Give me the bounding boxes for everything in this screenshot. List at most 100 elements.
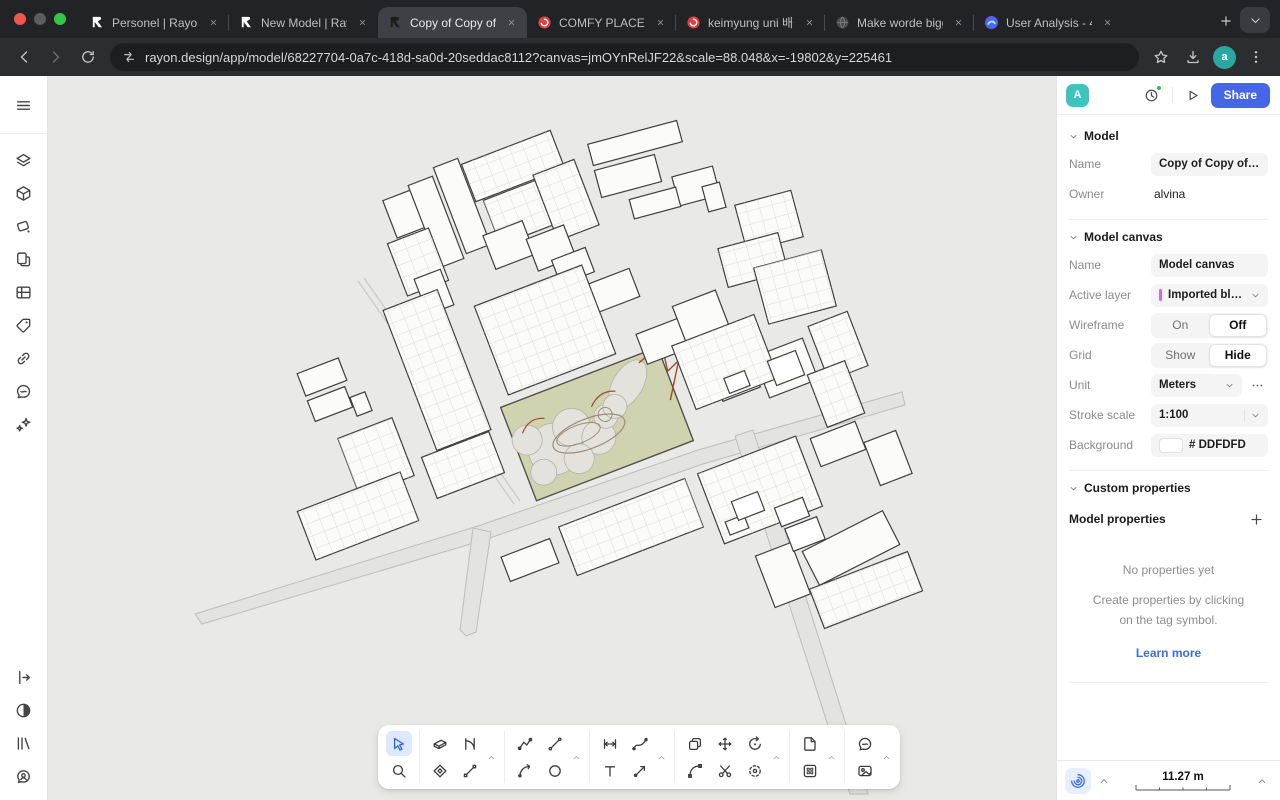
arc-tool[interactable] xyxy=(512,758,538,783)
tables-icon[interactable] xyxy=(9,277,39,307)
model-canvas-viewport[interactable] xyxy=(48,76,1056,800)
zoom-tool[interactable] xyxy=(386,758,412,783)
tool-group-expand-icon[interactable] xyxy=(825,751,837,763)
rotate-tool[interactable] xyxy=(742,731,768,756)
wall-tool[interactable] xyxy=(427,731,453,756)
site-info-icon[interactable] xyxy=(122,50,136,64)
downloads-button[interactable] xyxy=(1179,43,1207,71)
browser-tab-1[interactable]: Personel | Rayon xyxy=(80,7,229,38)
trim-tool[interactable] xyxy=(712,758,738,783)
unit-more-button[interactable] xyxy=(1246,374,1268,396)
select-tool[interactable] xyxy=(386,731,412,756)
blocks-icon[interactable] xyxy=(9,178,39,208)
circle-tool[interactable] xyxy=(542,758,568,783)
browser-tab-6[interactable]: Make worde biggs xyxy=(825,7,974,38)
comment-tool[interactable] xyxy=(852,731,878,756)
zoom-window-button[interactable] xyxy=(54,13,66,25)
site-plan-drawing[interactable] xyxy=(48,76,1056,800)
close-tab-icon[interactable] xyxy=(950,15,966,31)
learn-more-link[interactable]: Learn more xyxy=(1069,646,1268,660)
theme-toggle-icon[interactable] xyxy=(9,695,39,725)
layout-tool[interactable] xyxy=(797,758,823,783)
tags-icon[interactable] xyxy=(9,310,39,340)
back-button[interactable] xyxy=(10,43,38,71)
tool-group-expand-icon[interactable] xyxy=(655,751,667,763)
user-avatar[interactable]: A xyxy=(1066,84,1089,107)
close-tab-icon[interactable] xyxy=(652,15,668,31)
browser-tab-7[interactable]: User Analysis - 43 xyxy=(974,7,1123,38)
share-button[interactable]: Share xyxy=(1211,83,1270,108)
grid-show-option[interactable]: Show xyxy=(1152,344,1209,367)
active-layer-select[interactable]: Imported blocks xyxy=(1151,284,1268,307)
stroke-scale-select[interactable]: 1:100 xyxy=(1151,404,1268,427)
browser-profile-avatar[interactable]: a xyxy=(1213,46,1236,69)
close-tab-icon[interactable] xyxy=(503,15,519,31)
dimension-tool[interactable] xyxy=(597,731,623,756)
snapping-button[interactable] xyxy=(1065,768,1091,794)
close-tab-icon[interactable] xyxy=(354,15,370,31)
present-button[interactable] xyxy=(1181,83,1205,107)
empty-state-body: Create properties by clicking on the tag… xyxy=(1087,591,1250,631)
grid-hide-option[interactable]: Hide xyxy=(1209,344,1268,367)
add-property-button[interactable] xyxy=(1244,507,1268,531)
export-icon[interactable] xyxy=(9,662,39,692)
background-color-input[interactable]: # DDFDFD xyxy=(1151,434,1268,457)
arrow-tool[interactable] xyxy=(627,758,653,783)
rotate-array-tool[interactable] xyxy=(742,758,768,783)
library-icon[interactable] xyxy=(9,728,39,758)
canvas-name-input[interactable]: Model canvas xyxy=(1151,254,1268,277)
help-icon[interactable] xyxy=(9,761,39,791)
pages-icon[interactable] xyxy=(9,244,39,274)
image-tool[interactable] xyxy=(852,758,878,783)
menu-icon[interactable] xyxy=(9,90,39,120)
materials-icon[interactable] xyxy=(9,211,39,241)
text-tool[interactable] xyxy=(597,758,623,783)
browser-tab-4[interactable]: COMFY PLACE | W xyxy=(527,7,676,38)
tool-group-expand-icon[interactable] xyxy=(570,751,582,763)
custom-properties-section-header[interactable]: Custom properties xyxy=(1069,481,1268,495)
model-name-input[interactable]: Copy of Copy of New M… xyxy=(1151,153,1268,176)
move-tool[interactable] xyxy=(712,731,738,756)
line-tool[interactable] xyxy=(542,731,568,756)
tool-group-expand-icon[interactable] xyxy=(770,751,782,763)
tool-group-expand-icon[interactable] xyxy=(880,751,892,763)
sheet-tool[interactable] xyxy=(797,731,823,756)
fillet-tool[interactable] xyxy=(682,758,708,783)
browser-tab-2[interactable]: New Model | Rayon xyxy=(229,7,378,38)
comments-icon[interactable] xyxy=(9,376,39,406)
chevron-up-icon[interactable] xyxy=(1254,773,1270,789)
close-tab-icon[interactable] xyxy=(801,15,817,31)
unit-select[interactable]: Meters xyxy=(1151,374,1242,397)
wireframe-off-option[interactable]: Off xyxy=(1209,314,1268,337)
links-icon[interactable] xyxy=(9,343,39,373)
layers-icon[interactable] xyxy=(9,145,39,175)
close-tab-icon[interactable] xyxy=(205,15,221,31)
model-section-header[interactable]: Model xyxy=(1069,129,1268,143)
model-canvas-section-header[interactable]: Model canvas xyxy=(1069,230,1268,244)
door-tool[interactable] xyxy=(457,731,483,756)
reload-button[interactable] xyxy=(74,43,102,71)
spline-tool[interactable] xyxy=(627,731,653,756)
tool-group-expand-icon[interactable] xyxy=(485,751,497,763)
close-window-button[interactable] xyxy=(14,13,26,25)
color-swatch[interactable] xyxy=(1159,438,1183,453)
block-tool[interactable] xyxy=(427,758,453,783)
polyline-tool[interactable] xyxy=(512,731,538,756)
history-button[interactable] xyxy=(1140,83,1164,107)
ai-assistant-icon[interactable] xyxy=(9,409,39,439)
wireframe-on-option[interactable]: On xyxy=(1152,314,1209,337)
browser-tab-5[interactable]: keimyung uni 배움 xyxy=(676,7,825,38)
address-bar[interactable]: rayon.design/app/model/68227704-0a7c-418… xyxy=(110,43,1139,71)
duplicate-tool[interactable] xyxy=(682,731,708,756)
new-tab-button[interactable] xyxy=(1212,7,1240,35)
rayon-favicon-icon xyxy=(90,15,105,30)
chevron-up-icon[interactable] xyxy=(1096,773,1112,789)
browser-menu-button[interactable] xyxy=(1242,43,1270,71)
forward-button[interactable] xyxy=(42,43,70,71)
minimize-window-button[interactable] xyxy=(34,13,46,25)
section-line-tool[interactable] xyxy=(457,758,483,783)
bookmark-star-button[interactable] xyxy=(1147,43,1175,71)
close-tab-icon[interactable] xyxy=(1099,15,1115,31)
tab-search-button[interactable] xyxy=(1240,7,1270,33)
browser-tab-3[interactable]: Copy of Copy of N xyxy=(378,7,527,38)
